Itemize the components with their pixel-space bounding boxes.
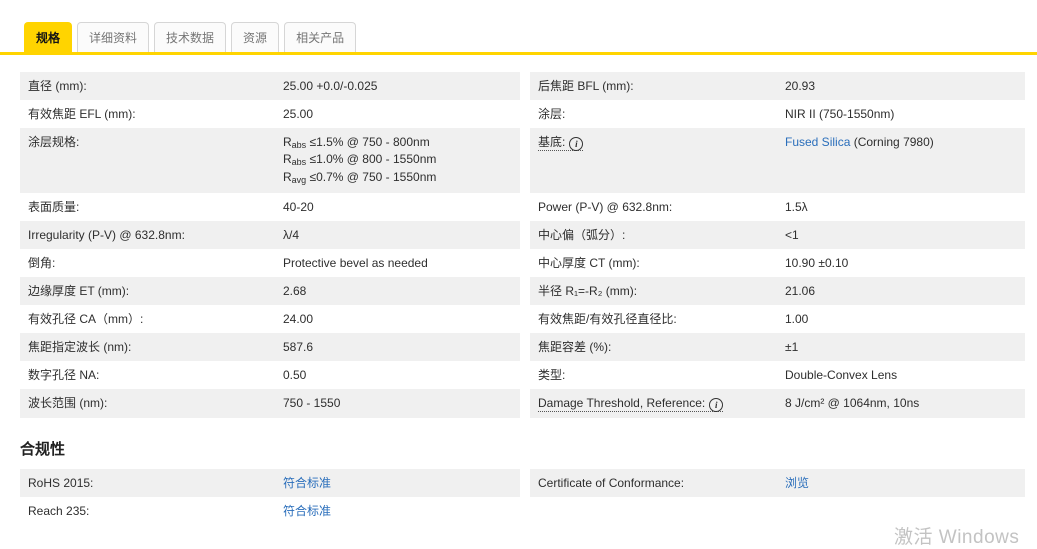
spec-label-substrate: 基底: i: [530, 128, 777, 193]
spec-value: 1.00: [785, 311, 809, 326]
spec-row: 有效焦距 EFL (mm): 25.00 涂层: NIR II (750-155…: [20, 100, 1025, 128]
spec-label: 中心偏（弧分）:: [538, 227, 626, 242]
certificate-view-link[interactable]: 浏览: [785, 476, 809, 490]
spec-label: 倒角:: [28, 255, 56, 270]
spec-row: 涂层规格: Rabs ≤1.5% @ 750 - 800nm Rabs ≤1.0…: [20, 128, 1025, 193]
tab-technical-data[interactable]: 技术数据: [154, 22, 227, 52]
spec-value: 24.00: [283, 311, 314, 326]
compliance-row: Reach 235: 符合标准: [20, 497, 1025, 525]
spec-label: 边缘厚度 ET (mm):: [28, 283, 130, 298]
spec-value: 10.90 ±0.10: [785, 255, 849, 270]
spec-value: 0.50: [283, 367, 307, 382]
spec-label: 涂层规格:: [28, 135, 80, 149]
spec-label: 焦距指定波长 (nm):: [28, 339, 132, 354]
spec-value: 587.6: [283, 339, 314, 354]
windows-activation-watermark: 激活 Windows: [894, 527, 1020, 548]
spec-label: 有效焦距/有效孔径直径比:: [538, 311, 677, 326]
compliance-label: Certificate of Conformance:: [538, 475, 685, 490]
spec-label-damage-threshold: Damage Threshold, Reference: i: [530, 389, 777, 418]
spec-value: 21.06: [785, 283, 816, 298]
info-icon[interactable]: i: [569, 137, 584, 151]
rohs-compliant-link[interactable]: 符合标准: [283, 476, 331, 490]
spec-row: Irregularity (P-V) @ 632.8nm: λ/4 中心偏（弧分…: [20, 220, 1025, 249]
spec-row: 边缘厚度 ET (mm): 2.68 半径 R₁=-R₂ (mm): 21.06: [20, 276, 1025, 305]
spec-label: Irregularity (P-V) @ 632.8nm:: [28, 227, 185, 242]
spec-value: 2.68: [283, 283, 307, 298]
spec-label: 表面质量:: [28, 199, 80, 214]
spec-label: 直径 (mm):: [28, 79, 87, 93]
spec-value: Double-Convex Lens: [785, 367, 898, 382]
spec-label: 类型:: [538, 367, 566, 382]
fused-silica-link[interactable]: Fused Silica: [785, 135, 850, 149]
spec-label: 焦距容差 (%):: [538, 339, 612, 354]
compliance-table: RoHS 2015: 符合标准 Certificate of Conforman…: [20, 468, 1025, 525]
spec-label: 波长范围 (nm):: [28, 395, 108, 410]
tab-related-products[interactable]: 相关产品: [284, 22, 357, 52]
spec-value: 40-20: [283, 199, 314, 214]
spec-value: NIR II (750-1550nm): [785, 107, 895, 121]
spec-value: 25.00 +0.0/-0.025: [283, 79, 378, 93]
spec-value: <1: [785, 227, 799, 242]
spec-row: 表面质量: 40-20 Power (P-V) @ 632.8nm: 1.5λ: [20, 193, 1025, 221]
reach-compliant-link[interactable]: 符合标准: [283, 504, 331, 518]
spec-value-substrate: Fused Silica (Corning 7980): [785, 135, 934, 149]
spec-value-coating: Rabs ≤1.5% @ 750 - 800nm Rabs ≤1.0% @ 80…: [283, 135, 437, 185]
spec-value: 750 - 1550: [283, 395, 341, 410]
spec-label: 后焦距 BFL (mm):: [538, 79, 634, 93]
spec-value: λ/4: [283, 227, 300, 242]
spec-label: 中心厚度 CT (mm):: [538, 255, 640, 270]
spec-value: ±1: [785, 339, 799, 354]
tab-specifications[interactable]: 规格: [24, 22, 73, 52]
spec-value: 8 J/cm² @ 1064nm, 10ns: [785, 395, 920, 410]
spec-table: 直径 (mm): 25.00 +0.0/-0.025 后焦距 BFL (mm):…: [20, 72, 1025, 418]
spec-row: 直径 (mm): 25.00 +0.0/-0.025 后焦距 BFL (mm):…: [20, 72, 1025, 100]
spec-row: 有效孔径 CA（mm）: 24.00 有效焦距/有效孔径直径比: 1.00: [20, 305, 1025, 333]
compliance-heading: 合规性: [20, 440, 66, 458]
spec-label: 涂层:: [538, 107, 566, 121]
spec-value: 1.5λ: [785, 199, 808, 214]
spec-value: 20.93: [785, 79, 816, 93]
spec-row: 波长范围 (nm): 750 - 1550 Damage Threshold, …: [20, 388, 1025, 418]
tab-resources[interactable]: 资源: [231, 22, 280, 52]
compliance-label: Reach 235:: [28, 503, 90, 518]
compliance-row: RoHS 2015: 符合标准 Certificate of Conforman…: [20, 468, 1025, 497]
spec-row: 数字孔径 NA: 0.50 类型: Double-Convex Lens: [20, 361, 1025, 389]
spec-row: 倒角: Protective bevel as needed 中心厚度 CT (…: [20, 249, 1025, 277]
tab-bar: 规格 详细资料 技术数据 资源 相关产品: [0, 22, 1037, 55]
spec-label: 数字孔径 NA:: [28, 367, 100, 382]
spec-value: 25.00: [283, 107, 314, 121]
spec-label: 有效焦距 EFL (mm):: [28, 107, 136, 121]
tab-details[interactable]: 详细资料: [77, 22, 150, 52]
info-icon[interactable]: i: [709, 397, 724, 412]
compliance-label: RoHS 2015:: [28, 475, 94, 490]
spec-label: 有效孔径 CA（mm）:: [28, 311, 144, 326]
spec-row: 焦距指定波长 (nm): 587.6 焦距容差 (%): ±1: [20, 332, 1025, 361]
spec-label: Power (P-V) @ 632.8nm:: [538, 199, 673, 214]
spec-value: Protective bevel as needed: [283, 255, 428, 270]
spec-label: 半径 R₁=-R₂ (mm):: [538, 283, 638, 298]
